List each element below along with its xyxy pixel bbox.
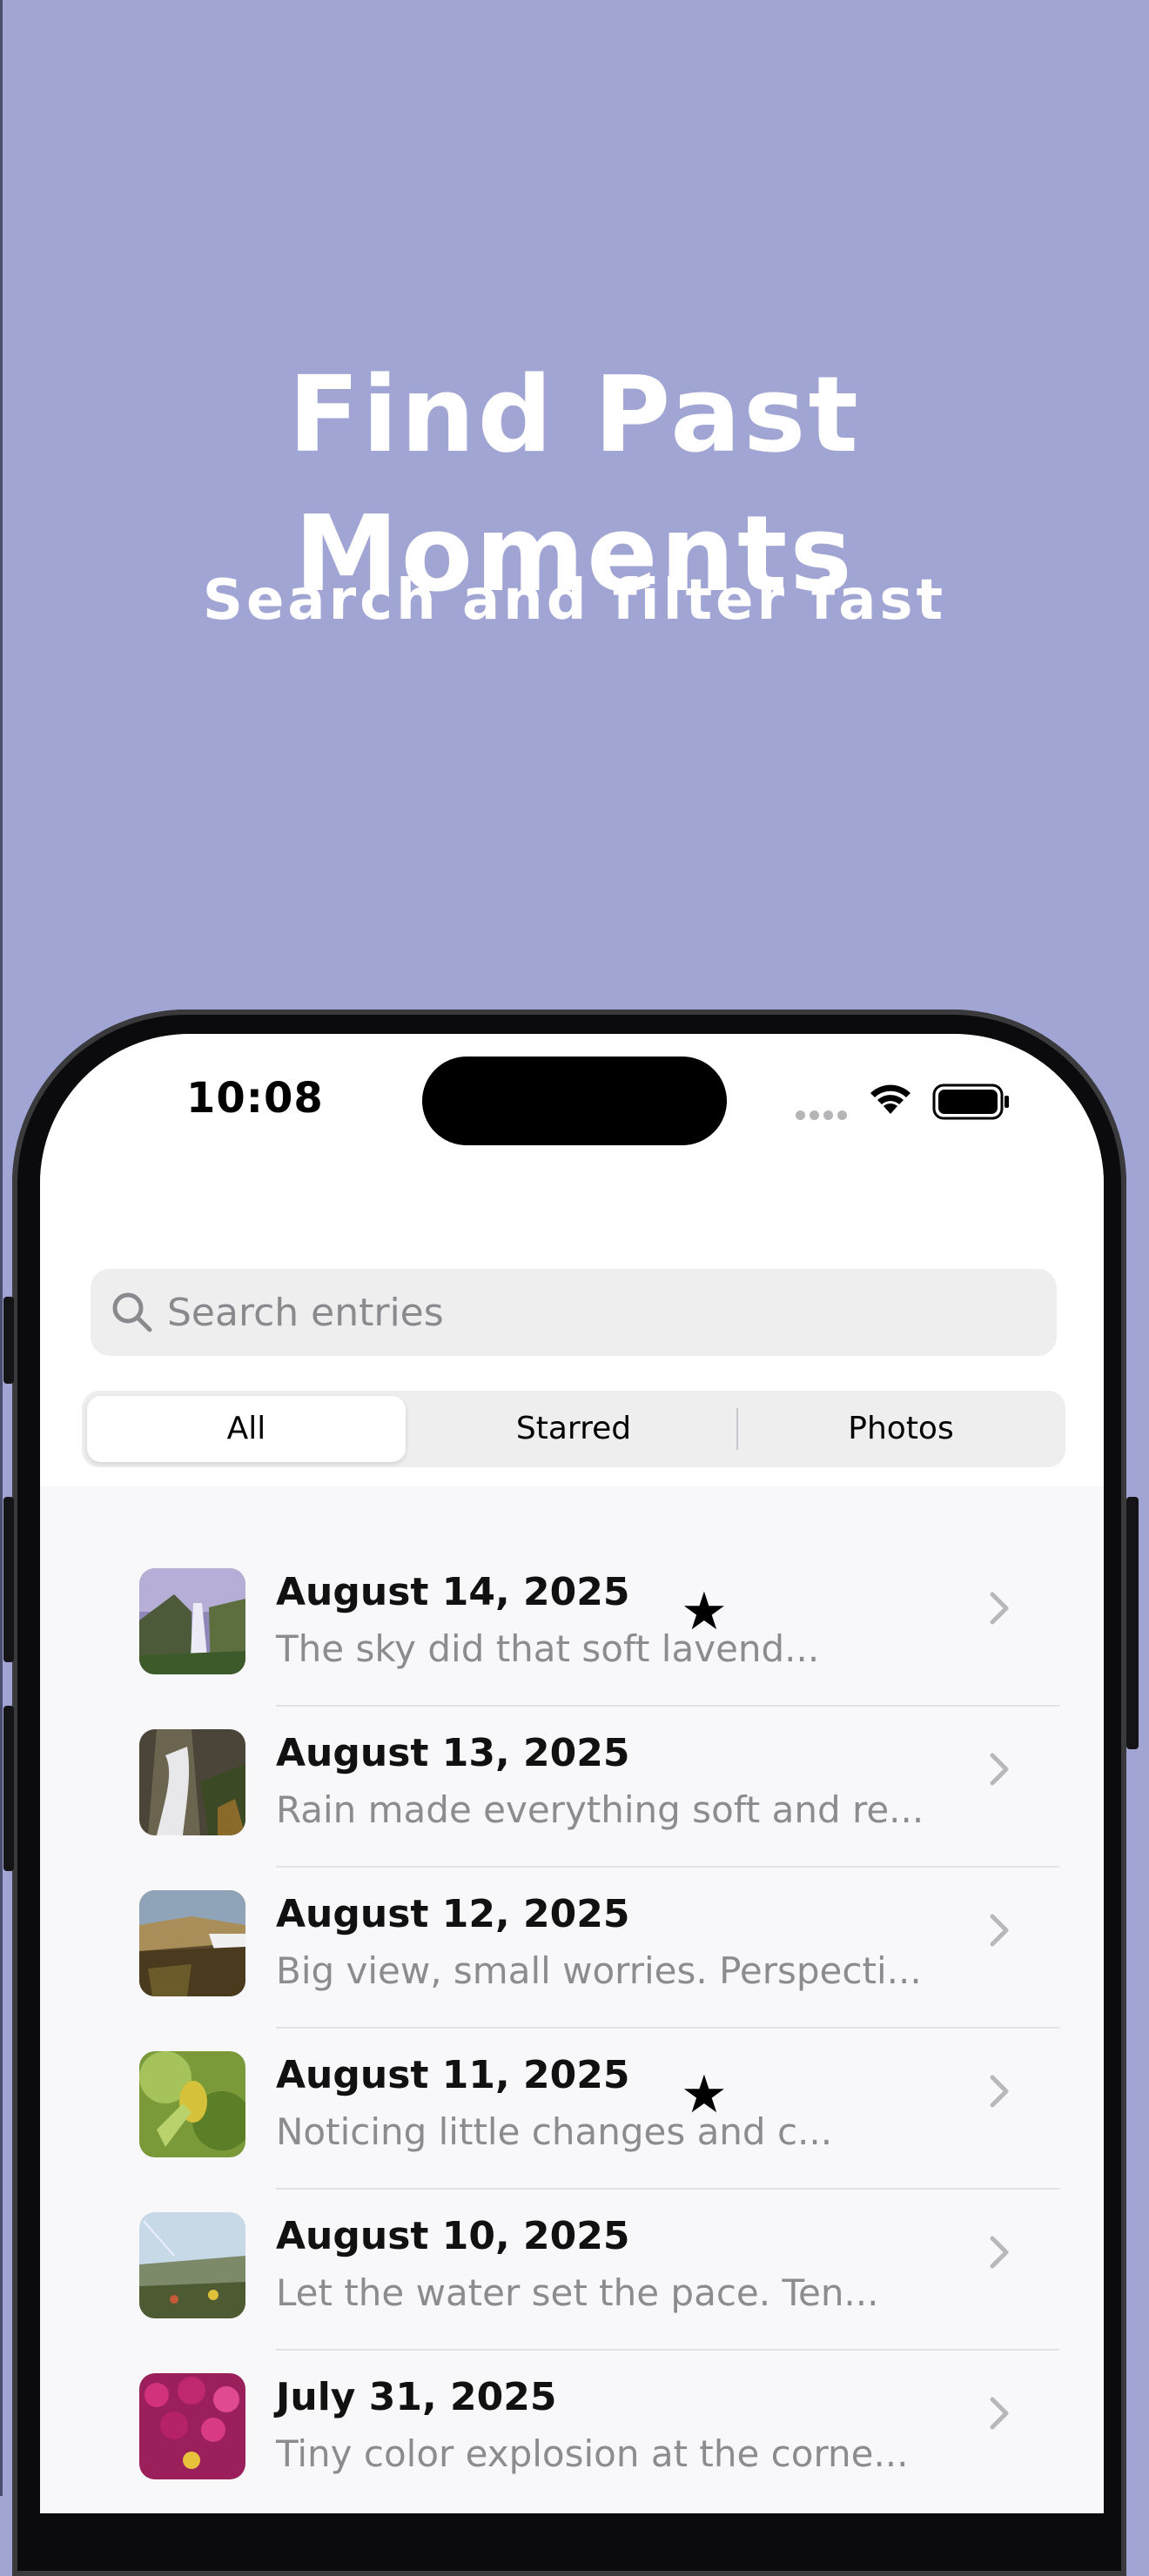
entry-date: August 10, 2025: [276, 2214, 630, 2258]
search-bar[interactable]: [91, 1269, 1057, 1356]
entry-excerpt: Tiny color explosion at the corne...: [276, 2432, 909, 2475]
tab-photos[interactable]: Photos: [742, 1396, 1060, 1462]
chevron-right-icon: [987, 2394, 1011, 2436]
list-item[interactable]: August 13, 2025 Rain made everything sof…: [40, 1707, 1104, 1868]
volume-up-button: [3, 1497, 14, 1662]
search-icon: [110, 1290, 155, 1338]
chevron-right-icon: [987, 1589, 1011, 1631]
entry-thumbnail: [139, 2212, 245, 2318]
entry-thumbnail: [139, 1729, 245, 1835]
entry-excerpt: Noticing little changes and c...: [276, 2110, 833, 2153]
entry-thumbnail: [139, 2373, 245, 2479]
cellular-signal-icon: [796, 1107, 851, 1124]
search-input[interactable]: [167, 1269, 1038, 1356]
tab-all[interactable]: All: [87, 1396, 406, 1462]
wifi-icon: [865, 1079, 916, 1121]
entry-excerpt: The sky did that soft lavend...: [276, 1627, 820, 1670]
entry-date: August 13, 2025: [276, 1731, 630, 1775]
list-item[interactable]: August 14, 2025 The sky did that soft la…: [40, 1546, 1104, 1707]
phone-screen: 10:08 Search entries All Starred Photos …: [40, 1034, 1104, 2513]
filter-segmented-control: All Starred Photos: [82, 1391, 1065, 1467]
entry-date: August 14, 2025: [276, 1570, 630, 1614]
promo-subheadline: Search and filter fast: [202, 568, 947, 633]
battery-icon: [932, 1083, 1012, 1124]
entry-thumbnail: [139, 2051, 245, 2157]
segment-divider: [736, 1408, 738, 1450]
list-item[interactable]: August 10, 2025 Let the water set the pa…: [40, 2190, 1104, 2351]
header-area: 10:08 Search entries All Starred Photos: [40, 1034, 1104, 1486]
entry-thumbnail: [139, 1568, 245, 1674]
entry-date: August 11, 2025: [276, 2053, 630, 2097]
volume-down-button: [3, 1706, 14, 1871]
entry-date: August 12, 2025: [276, 1892, 630, 1936]
action-button: [3, 1297, 14, 1384]
list-item[interactable]: August 11, 2025 Noticing little changes …: [40, 2029, 1104, 2190]
entry-thumbnail: [139, 1890, 245, 1996]
entry-excerpt: Rain made everything soft and re...: [276, 1788, 924, 1831]
entry-excerpt: Let the water set the pace. Ten...: [276, 2271, 879, 2314]
star-icon: ★: [681, 1581, 728, 1642]
status-time: 10:08: [186, 1074, 324, 1123]
segment-divider: [409, 1408, 411, 1450]
list-item[interactable]: August 12, 2025 Big view, small worries.…: [40, 1868, 1104, 2029]
entry-date: July 31, 2025: [276, 2375, 557, 2419]
entry-excerpt: Big view, small worries. Perspecti...: [276, 1949, 922, 1992]
star-icon: ★: [681, 2064, 728, 2125]
chevron-right-icon: [987, 2233, 1011, 2275]
tab-starred[interactable]: Starred: [414, 1396, 733, 1462]
chevron-right-icon: [987, 2072, 1011, 2114]
chevron-right-icon: [987, 1911, 1011, 1953]
dynamic-island: [422, 1057, 727, 1145]
side-button: [1126, 1497, 1139, 1749]
list-item[interactable]: July 31, 2025 Tiny color explosion at th…: [40, 2351, 1104, 2512]
chevron-right-icon: [987, 1750, 1011, 1792]
